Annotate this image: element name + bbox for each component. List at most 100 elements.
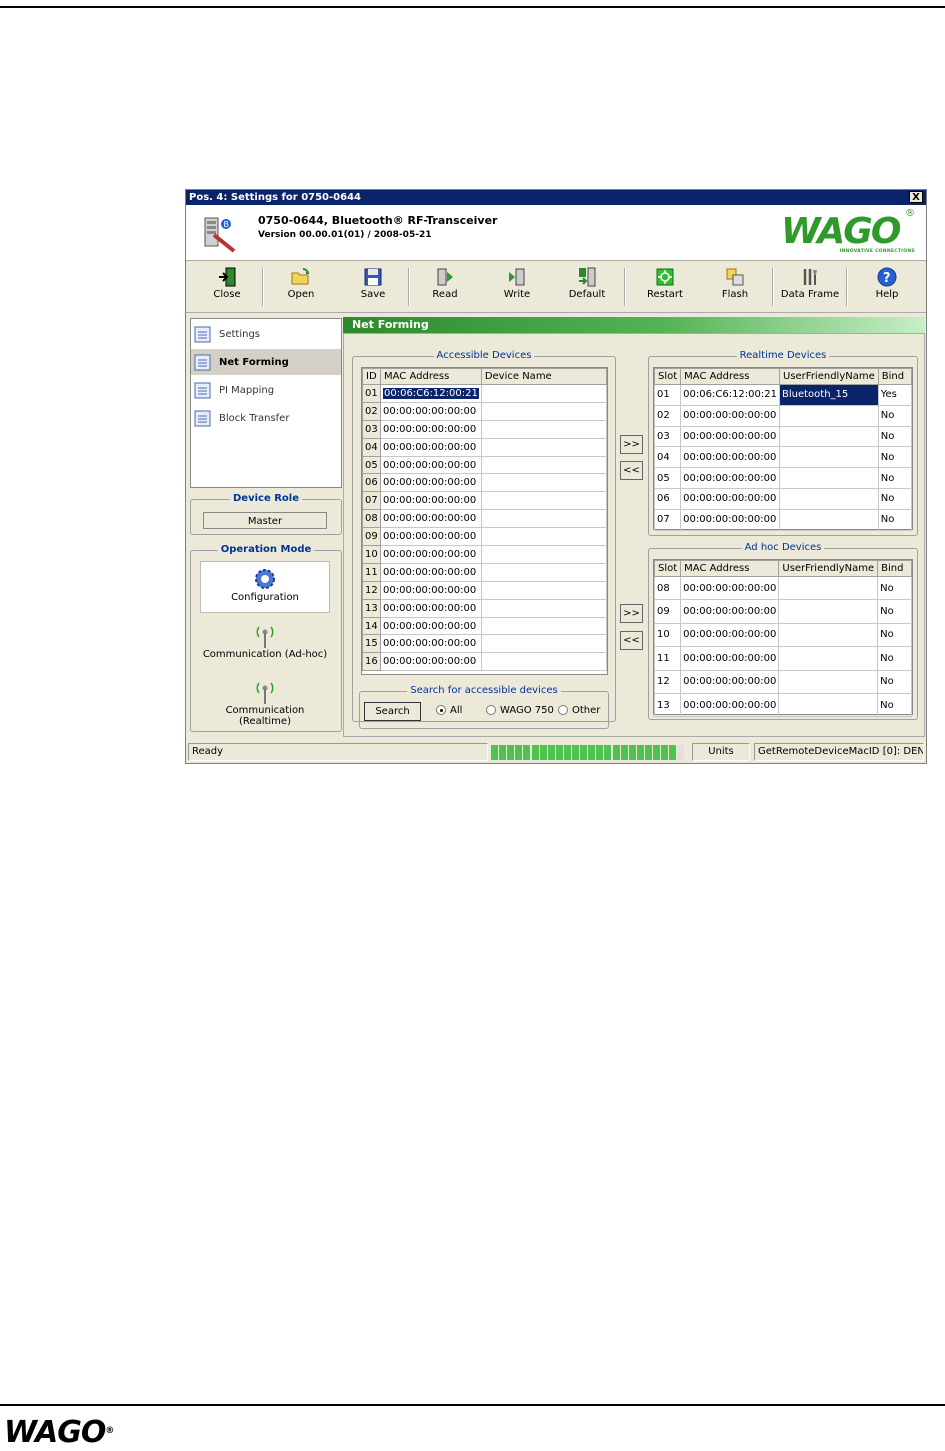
table-cell[interactable]: 00:00:00:00:00:00 (380, 437, 482, 457)
table-row[interactable]: 02 00:00:00:00:00:00 No (653, 404, 913, 427)
column-header[interactable]: MAC Address (380, 368, 482, 385)
table-cell[interactable]: 00:00:00:00:00:00 (380, 580, 482, 600)
table-cell[interactable]: 00:00:00:00:00:00 (680, 622, 780, 648)
table-cell[interactable]: 11 (362, 562, 381, 582)
table-cell[interactable]: 09 (362, 527, 381, 547)
table-cell[interactable]: 12 (653, 669, 682, 694)
table-row[interactable]: 05 00:00:00:00:00:00 No (653, 467, 913, 489)
table-cell[interactable] (779, 446, 879, 469)
table-cell[interactable] (480, 545, 608, 564)
table-cell[interactable]: 00:00:00:00:00:00 (680, 446, 780, 469)
remove-from-realtime-button[interactable]: << (620, 461, 643, 480)
table-cell[interactable]: 00:00:00:00:00:00 (680, 467, 780, 489)
read-button[interactable]: Read (418, 265, 472, 310)
table-cell[interactable]: 00:00:00:00:00:00 (380, 527, 482, 547)
table-cell[interactable] (480, 437, 608, 457)
radio-wago-750[interactable]: WAGO 750 (486, 705, 554, 716)
table-row[interactable]: 04 00:00:00:00:00:00 (362, 437, 608, 457)
table-row[interactable]: 03 00:00:00:00:00:00 No (653, 425, 913, 448)
table-row[interactable]: 10 00:00:00:00:00:00 No (653, 622, 912, 648)
table-cell[interactable]: 07 (362, 491, 381, 511)
table-cell[interactable]: 00:00:00:00:00:00 (680, 425, 780, 448)
table-cell[interactable] (480, 491, 608, 511)
mode-communication-adhoc[interactable]: Communication (Ad-hoc) (200, 623, 330, 671)
nav-item-net-forming[interactable]: Net Forming (191, 349, 341, 375)
table-cell[interactable]: 07 (653, 508, 682, 531)
column-header[interactable]: Slot (653, 368, 682, 385)
table-row[interactable]: 11 00:00:00:00:00:00 No (653, 646, 912, 671)
radio-all[interactable]: All (436, 705, 462, 716)
table-row[interactable]: 05 00:00:00:00:00:00 (362, 455, 608, 475)
table-row[interactable]: 12 00:00:00:00:00:00 No (653, 669, 912, 694)
table-cell[interactable]: 03 (362, 419, 381, 439)
mode-configuration[interactable]: Configuration (200, 561, 330, 613)
table-cell[interactable] (778, 669, 879, 694)
column-header[interactable]: MAC Address (680, 560, 780, 577)
help-button[interactable]: ? Help (860, 265, 914, 310)
window-close-button[interactable]: X (909, 191, 923, 203)
table-row[interactable]: 03 00:00:00:00:00:00 (362, 419, 608, 439)
table-cell[interactable]: 13 (362, 598, 381, 618)
table-row[interactable]: 09 00:00:00:00:00:00 (362, 527, 608, 547)
table-cell[interactable]: 02 (653, 404, 682, 427)
table-cell[interactable] (480, 562, 608, 582)
table-cell[interactable] (778, 599, 879, 624)
column-header[interactable]: Device Name (480, 368, 608, 385)
table-cell[interactable]: 00:00:00:00:00:00 (380, 491, 482, 511)
table-cell[interactable] (480, 527, 608, 547)
open-button[interactable]: Open (274, 265, 328, 310)
table-cell[interactable]: 00:00:00:00:00:00 (380, 616, 482, 636)
table-cell[interactable]: 11 (653, 646, 682, 671)
table-cell[interactable]: 08 (362, 509, 381, 529)
nav-item-block-transfer[interactable]: Block Transfer (191, 405, 341, 431)
table-cell[interactable]: 00:00:00:00:00:00 (380, 473, 482, 493)
table-cell[interactable]: 00:00:00:00:00:00 (380, 401, 482, 421)
table-cell[interactable]: 05 (362, 455, 381, 475)
data-frame-button[interactable]: Data Frame (780, 265, 840, 310)
table-cell[interactable] (779, 487, 879, 510)
table-cell[interactable]: 00:00:00:00:00:00 (380, 634, 482, 654)
nav-item-pi-mapping[interactable]: PI Mapping (191, 377, 341, 403)
table-row[interactable]: 10 00:00:00:00:00:00 (362, 545, 608, 564)
search-button[interactable]: Search (364, 702, 421, 721)
table-cell[interactable] (480, 401, 608, 421)
table-cell[interactable]: No (877, 692, 912, 718)
adhoc-devices-grid[interactable]: Slot MAC Address UserFriendlyName Bind 0… (653, 559, 913, 718)
table-cell[interactable] (779, 404, 879, 427)
table-row[interactable]: 15 00:00:00:00:00:00 (362, 634, 608, 654)
table-cell[interactable] (779, 508, 879, 531)
table-cell[interactable]: 00:06:C6:12:00:21 (380, 384, 482, 403)
table-cell[interactable]: 00:06:C6:12:00:21 (680, 384, 780, 406)
table-cell[interactable]: 00:00:00:00:00:00 (380, 598, 482, 618)
table-cell[interactable]: 06 (653, 487, 682, 510)
close-button[interactable]: Close (200, 265, 254, 310)
table-cell[interactable]: 15 (362, 634, 381, 654)
table-cell[interactable]: 08 (653, 575, 682, 601)
table-cell[interactable]: 00:00:00:00:00:00 (680, 575, 780, 601)
table-cell[interactable]: 00:00:00:00:00:00 (680, 669, 780, 694)
table-cell[interactable]: No (877, 487, 913, 510)
table-cell[interactable] (480, 634, 608, 654)
flash-button[interactable]: Flash (708, 265, 762, 310)
table-row[interactable]: 13 00:00:00:00:00:00 No (653, 692, 912, 718)
table-cell[interactable]: 00:00:00:00:00:00 (380, 509, 482, 529)
table-cell[interactable] (480, 384, 608, 403)
table-cell[interactable] (480, 616, 608, 636)
table-row[interactable]: 16 00:00:00:00:00:00 (362, 652, 608, 672)
accessible-devices-grid[interactable]: ID MAC Address Device Name 01 00:06:C6:12… (361, 367, 608, 675)
column-header[interactable]: Bind (877, 560, 912, 577)
table-cell[interactable]: No (877, 508, 913, 531)
table-cell[interactable]: No (877, 646, 912, 671)
table-cell[interactable]: No (877, 446, 913, 469)
table-cell[interactable] (778, 692, 879, 718)
table-row[interactable]: 09 00:00:00:00:00:00 No (653, 599, 912, 624)
table-cell[interactable] (779, 467, 879, 489)
table-cell[interactable]: 00:00:00:00:00:00 (380, 419, 482, 439)
table-row[interactable]: 07 00:00:00:00:00:00 No (653, 508, 913, 531)
move-to-adhoc-button[interactable]: >> (620, 604, 643, 623)
table-cell[interactable]: 02 (362, 401, 381, 421)
table-row[interactable]: 14 00:00:00:00:00:00 (362, 616, 608, 636)
table-cell[interactable]: 05 (653, 467, 682, 489)
table-row[interactable]: 08 00:00:00:00:00:00 (362, 509, 608, 529)
column-header[interactable]: ID (362, 368, 381, 385)
